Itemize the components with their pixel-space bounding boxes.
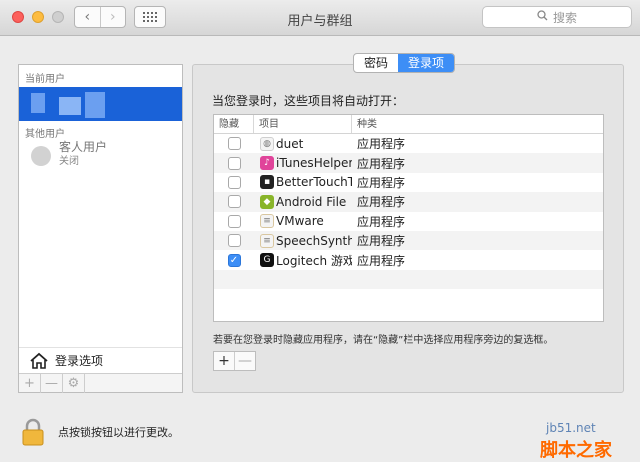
guest-avatar-icon	[31, 146, 51, 166]
hide-checkbox[interactable]	[227, 137, 241, 151]
item-cell: ≡ SpeechSynth	[254, 233, 352, 248]
item-cell: ♪ iTunesHelper	[254, 156, 352, 171]
item-kind: 应用程序	[357, 234, 406, 249]
table-row[interactable]: ♪ iTunesHelper 应用程序	[214, 153, 603, 173]
duet-icon: ◍	[260, 136, 274, 151]
item-kind: 应用程序	[357, 137, 406, 152]
item-cell: ≡ VMware	[254, 214, 352, 229]
guest-user-row[interactable]: 客人用户 关闭	[31, 140, 107, 168]
lock-icon[interactable]	[22, 418, 44, 446]
column-header-item[interactable]: 项目	[254, 115, 352, 133]
login-options-label: 登录选项	[55, 354, 104, 368]
hide-checkbox[interactable]	[227, 214, 241, 228]
table-header: 隐藏 项目 种类	[214, 115, 603, 134]
hide-cell	[214, 137, 254, 151]
tab-password[interactable]: 密码	[354, 54, 398, 72]
watermark: jb51.net 脚本之家	[540, 418, 640, 462]
tab-bar: 密码 登录项	[353, 53, 456, 73]
current-user-row[interactable]	[19, 87, 182, 121]
hide-cell	[214, 234, 254, 248]
android-icon: ◆	[260, 194, 274, 209]
item-name: SpeechSynth	[276, 233, 352, 248]
lock-row: 点按锁按钮以进行更改。	[22, 418, 179, 446]
sidebar-toolbar: + — ⚙	[19, 373, 182, 393]
item-name: Android File	[276, 194, 347, 209]
item-kind: 应用程序	[357, 156, 406, 171]
hide-cell	[214, 175, 254, 189]
title-bar: ‹ › 用户与群组 搜索	[0, 0, 640, 36]
item-cell: ◍ duet	[254, 136, 352, 151]
add-user-button[interactable]: +	[19, 374, 41, 393]
hide-checkbox[interactable]	[227, 195, 241, 209]
watermark-logo-text: 脚本之家	[540, 440, 612, 461]
table-row[interactable]: ≡ SpeechSynth 应用程序	[214, 230, 603, 251]
hide-hint: 若要在您登录时隐藏应用程序，请在“隐藏”栏中选择应用程序旁边的复选框。	[213, 335, 554, 346]
hide-cell	[214, 195, 254, 209]
user-name-redacted	[85, 92, 105, 118]
add-remove-controls: + —	[213, 351, 256, 371]
table-row[interactable]: ◆ Android File 应用程序	[214, 192, 603, 212]
search-icon	[537, 10, 548, 24]
table-row[interactable]: ▪ BetterTouchT 应用程序	[214, 173, 603, 192]
terminal-icon: ▪	[260, 175, 274, 190]
item-name: BetterTouchT	[276, 175, 352, 190]
remove-item-button[interactable]: —	[234, 352, 255, 370]
itunes-icon: ♪	[260, 156, 274, 171]
item-kind: 应用程序	[357, 253, 406, 268]
guest-user-name: 客人用户	[59, 140, 108, 154]
tab-login-items[interactable]: 登录项	[398, 54, 455, 72]
script-icon: ≡	[260, 214, 274, 229]
search-input[interactable]: 搜索	[482, 6, 632, 28]
hide-cell: ✓	[214, 253, 254, 267]
table-row[interactable]: ≡ VMware 应用程序	[214, 212, 603, 231]
user-name-redacted	[59, 97, 81, 115]
house-icon	[30, 352, 48, 369]
column-header-hide[interactable]: 隐藏	[214, 115, 254, 133]
logitech-icon: G	[260, 253, 274, 268]
hide-checkbox[interactable]	[227, 234, 241, 248]
script-icon: ≡	[260, 233, 274, 248]
users-sidebar: 当前用户 其他用户 客人用户 关闭 登录选项 + — ⚙	[18, 64, 183, 393]
item-name: duet	[276, 136, 304, 151]
item-cell: ▪ BetterTouchT	[254, 175, 352, 190]
login-items-table: 隐藏 项目 种类 ◍ duet 应用程序 ♪ iTunesHelper 应用程序 ▪ Bett…	[213, 114, 604, 322]
hide-checkbox[interactable]	[227, 175, 241, 189]
hide-checkbox[interactable]: ✓	[227, 253, 241, 267]
search-placeholder: 搜索	[552, 10, 577, 25]
watermark-url: jb51.net	[546, 421, 596, 435]
item-name: iTunesHelper	[276, 156, 352, 171]
empty-row	[214, 269, 603, 290]
remove-user-button[interactable]: —	[41, 374, 63, 393]
gear-icon[interactable]: ⚙	[63, 374, 85, 393]
other-users-section-label: 其他用户	[25, 129, 65, 140]
item-kind: 应用程序	[357, 214, 406, 229]
current-user-section-label: 当前用户	[25, 74, 65, 85]
empty-row	[214, 289, 603, 308]
table-row[interactable]: ✓ G Logitech 游戏 应用程序	[214, 250, 603, 269]
item-cell: G Logitech 游戏	[254, 252, 352, 269]
table-row[interactable]: ◍ duet 应用程序	[214, 134, 603, 153]
lock-hint-text: 点按锁按钮以进行更改。	[58, 426, 179, 439]
hide-checkbox[interactable]	[227, 156, 241, 170]
item-cell: ◆ Android File	[254, 194, 352, 209]
hide-cell	[214, 156, 254, 170]
item-name: VMware	[276, 214, 324, 229]
column-header-kind[interactable]: 种类	[352, 115, 602, 133]
guest-user-status: 关闭	[59, 156, 79, 167]
item-name: Logitech 游戏	[276, 253, 352, 268]
item-kind: 应用程序	[357, 195, 406, 210]
hide-cell	[214, 214, 254, 228]
item-kind: 应用程序	[357, 175, 406, 190]
add-item-button[interactable]: +	[214, 352, 234, 370]
panel-title: 当您登录时，这些项目将自动打开：	[212, 94, 405, 108]
login-options-item[interactable]: 登录选项	[19, 347, 182, 373]
avatar	[31, 93, 45, 113]
